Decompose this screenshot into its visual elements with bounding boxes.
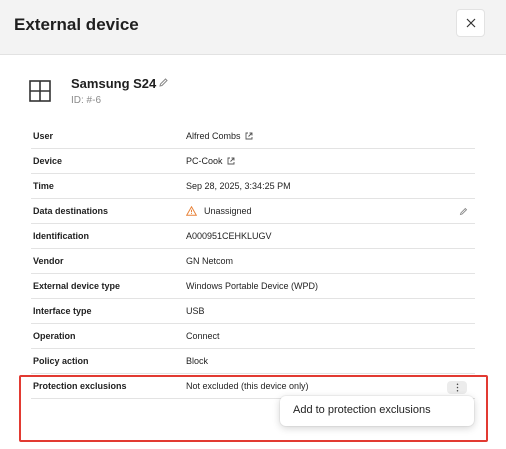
device-name: Samsung S24 — [71, 76, 157, 91]
user-link[interactable]: Alfred Combs — [186, 131, 241, 141]
pencil-icon[interactable] — [158, 77, 169, 88]
detail-label: Time — [33, 181, 54, 191]
dialog-title: External device — [14, 15, 139, 34]
more-options-button[interactable] — [447, 381, 467, 394]
details-table: User Alfred Combs Device PC-Cook Time Se… — [31, 124, 475, 399]
detail-label: Policy action — [33, 356, 89, 366]
detail-value-interface-type: USB — [186, 306, 205, 316]
detail-label: Vendor — [33, 256, 64, 266]
detail-value-identification: A000951CEHKLUGV — [186, 231, 272, 241]
close-button[interactable] — [456, 9, 485, 37]
more-vertical-icon — [456, 383, 458, 392]
detail-label: External device type — [33, 281, 121, 291]
data-destinations-text: Unassigned — [204, 206, 252, 216]
detail-value-user: Alfred Combs — [186, 131, 253, 141]
detail-value-policy-action: Block — [186, 356, 209, 366]
menu-item-add-to-protection-exclusions[interactable]: Add to protection exclusions — [280, 396, 474, 426]
close-icon — [466, 18, 475, 28]
detail-row-data-destinations: Data destinations Unassigned — [31, 199, 475, 224]
detail-label: User — [33, 131, 54, 141]
options-menu: Add to protection exclusions — [280, 396, 474, 426]
detail-value-data-destinations: Unassigned — [186, 206, 252, 216]
detail-label: Data destinations — [33, 206, 109, 216]
detail-value-time: Sep 28, 2025, 3:34:25 PM — [186, 181, 291, 191]
external-link-icon[interactable] — [227, 157, 235, 165]
device-id: ID: #-6 — [71, 95, 102, 106]
detail-label: Device — [33, 156, 63, 166]
detail-label: Identification — [33, 231, 89, 241]
pencil-icon[interactable] — [459, 207, 468, 216]
detail-row-time: Time Sep 28, 2025, 3:34:25 PM — [31, 174, 475, 199]
detail-label: Operation — [33, 331, 76, 341]
external-link-icon[interactable] — [245, 132, 253, 140]
detail-row-identification: Identification A000951CEHKLUGV — [31, 224, 475, 249]
detail-value-external-device-type: Windows Portable Device (WPD) — [186, 281, 319, 291]
device-link[interactable]: PC-Cook — [186, 156, 223, 166]
warning-icon — [186, 206, 197, 216]
windows-icon — [29, 80, 51, 102]
detail-row-external-device-type: External device type Windows Portable De… — [31, 274, 475, 299]
detail-value-device: PC-Cook — [186, 156, 235, 166]
detail-value-operation: Connect — [186, 331, 220, 341]
detail-value-vendor: GN Netcom — [186, 256, 234, 266]
detail-row-user: User Alfred Combs — [31, 124, 475, 149]
dialog-header: External device — [0, 0, 506, 55]
detail-row-operation: Operation Connect — [31, 324, 475, 349]
detail-row-interface-type: Interface type USB — [31, 299, 475, 324]
detail-row-device: Device PC-Cook — [31, 149, 475, 174]
detail-row-policy-action: Policy action Block — [31, 349, 475, 374]
detail-label: Interface type — [33, 306, 92, 316]
detail-row-vendor: Vendor GN Netcom — [31, 249, 475, 274]
